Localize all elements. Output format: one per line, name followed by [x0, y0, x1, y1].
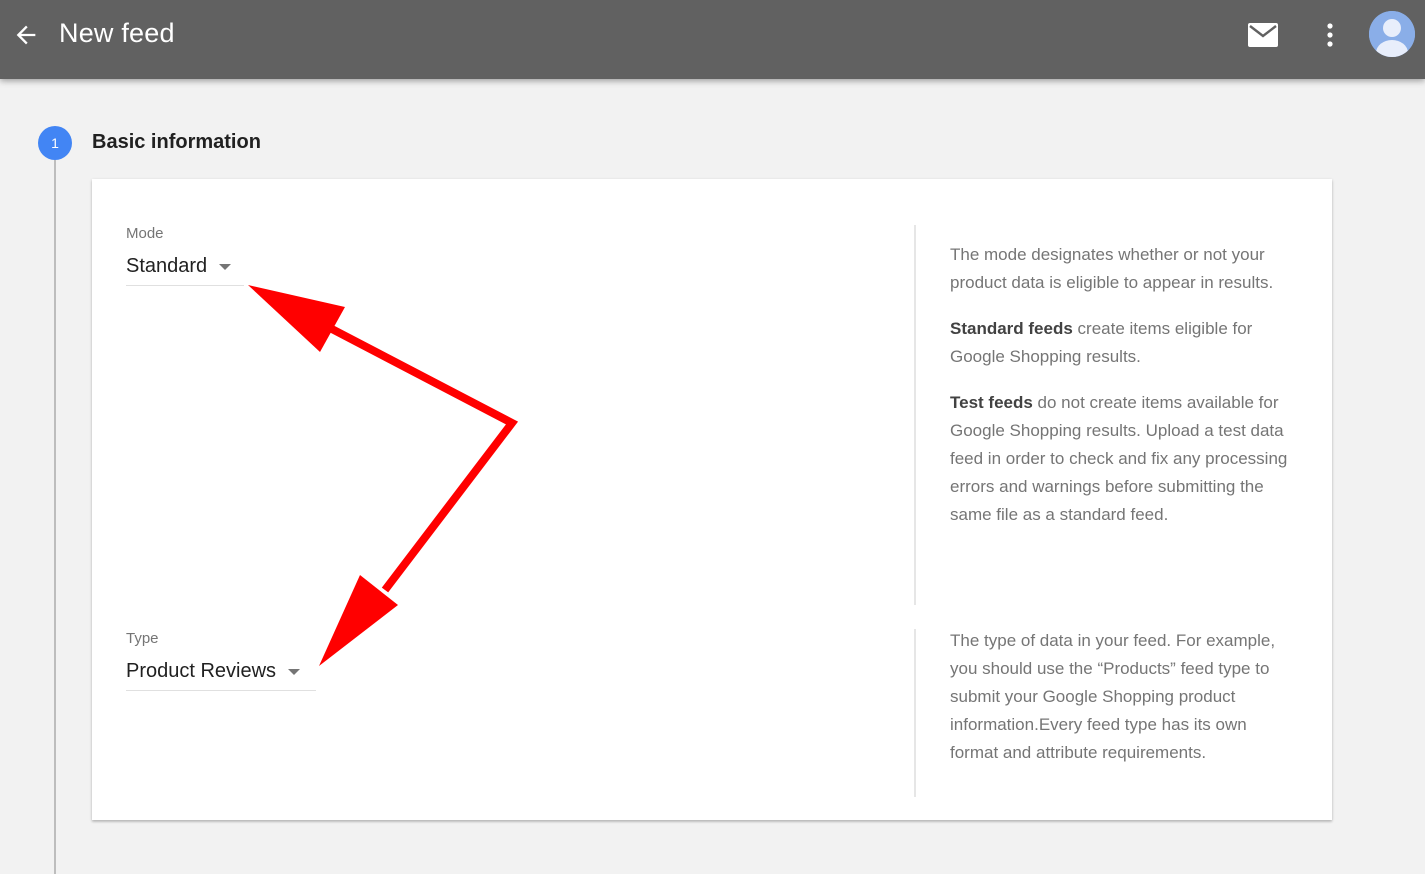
mode-help-paragraph: Standard feeds create items eligible for…	[950, 315, 1290, 371]
mode-select[interactable]: Standard	[126, 248, 244, 286]
help-bold-term: Test feeds	[950, 393, 1033, 412]
type-select-value: Product Reviews	[126, 660, 277, 682]
back-button[interactable]	[8, 17, 44, 53]
type-help-paragraph: The type of data in your feed. For examp…	[950, 631, 1276, 762]
dropdown-caret-icon	[219, 263, 232, 270]
dropdown-caret-icon	[288, 668, 301, 675]
help-paragraph-text: do not create items available for Google…	[950, 393, 1288, 524]
mail-icon	[1248, 23, 1278, 47]
help-bold-term: Standard feeds	[950, 319, 1073, 338]
more-vert-icon	[1327, 23, 1333, 47]
type-select[interactable]: Product Reviews	[126, 653, 316, 691]
mode-help-paragraph: Test feeds do not create items available…	[950, 389, 1290, 529]
page-title: New feed	[59, 18, 175, 48]
stepper-line	[54, 160, 56, 874]
basic-information-card: Mode Standard Type Product Reviews The m…	[92, 179, 1332, 820]
mail-button[interactable]	[1245, 19, 1281, 51]
type-label: Type	[126, 630, 159, 647]
app-bar: New feed	[0, 0, 1425, 79]
help-divider	[914, 629, 916, 797]
more-options-button[interactable]	[1314, 17, 1346, 53]
mode-help-text: The mode designates whether or not your …	[950, 241, 1290, 547]
mode-label: Mode	[126, 225, 164, 242]
step-number-badge: 1	[38, 126, 72, 160]
arrow-back-icon	[16, 25, 36, 45]
account-avatar-icon	[1369, 11, 1415, 57]
mode-select-value: Standard	[126, 255, 208, 277]
help-divider	[914, 225, 916, 605]
type-help-text: The type of data in your feed. For examp…	[950, 627, 1290, 785]
mode-help-paragraph: The mode designates whether or not your …	[950, 245, 1274, 292]
step-title: Basic information	[92, 131, 261, 153]
account-avatar[interactable]	[1369, 11, 1415, 57]
